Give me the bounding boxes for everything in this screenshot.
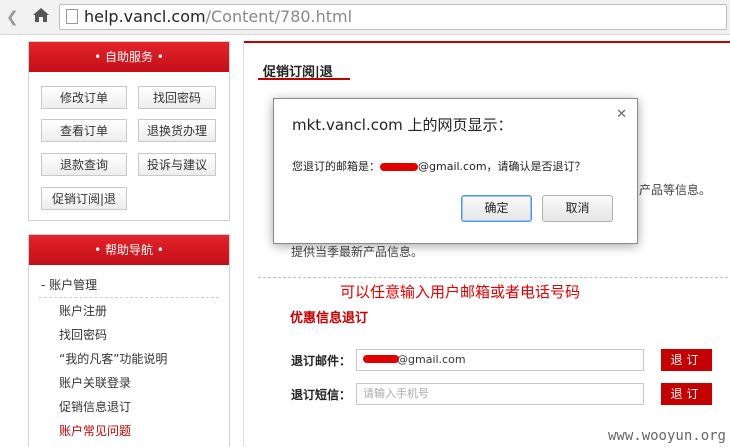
close-icon[interactable]: ✕ xyxy=(616,107,627,122)
unsubscribe-email-button[interactable]: 退订 xyxy=(661,349,712,371)
divider xyxy=(39,297,219,298)
title-underline xyxy=(258,78,350,80)
help-link-recover-password[interactable]: 找回密码 xyxy=(59,326,107,343)
complaint-button[interactable]: 投诉与建议 xyxy=(138,153,216,176)
modify-order-button[interactable]: 修改订单 xyxy=(41,86,127,109)
sms-label: 退订短信： xyxy=(291,388,352,402)
section-title: 优惠信息退订 xyxy=(290,311,369,326)
email-value: @gmail.com xyxy=(397,353,466,366)
cancel-button[interactable]: 取消 xyxy=(542,195,613,222)
home-icon[interactable] xyxy=(32,6,50,24)
unsubscribe-sms-button[interactable]: 退订 xyxy=(661,383,712,405)
divider xyxy=(258,277,728,278)
help-nav-panel: • 帮助导航 • - 账户管理 账户注册 找回密码 “我的凡客”功能说明 账户关… xyxy=(28,234,230,447)
redacted-mark xyxy=(380,163,418,171)
annotation-text: 可以任意输入用户邮箱或者电话号码 xyxy=(340,283,581,301)
refund-query-button[interactable]: 退款查询 xyxy=(41,153,127,176)
redacted-mark xyxy=(363,355,399,363)
watermark: www.wooyun.org xyxy=(607,428,726,444)
dialog-message: 您退订的邮箱是： @gmail.com，请确认是否退订？ xyxy=(292,158,586,174)
address-bar[interactable]: help.vancl.com/Content/780.html xyxy=(59,4,727,30)
account-management-heading[interactable]: - 账户管理 xyxy=(41,276,97,293)
url-path: /Content/780.html xyxy=(205,7,353,26)
main-top-border xyxy=(243,41,730,43)
dialog-title: mkt.vancl.com 上的网页显示： xyxy=(292,116,513,134)
dialog-message-prefix: 您退订的邮箱是： xyxy=(292,160,380,173)
background-text-2: 提供当季最新产品信息。 xyxy=(291,245,424,259)
help-nav-header: • 帮助导航 • xyxy=(29,235,229,265)
recover-password-button[interactable]: 找回密码 xyxy=(138,86,216,109)
email-label: 退订邮件： xyxy=(291,354,352,368)
sms-input[interactable]: 请输入手机号 xyxy=(356,383,644,405)
return-exchange-button[interactable]: 退换货办理 xyxy=(138,119,216,142)
dialog-message-suffix: @gmail.com，请确认是否退订？ xyxy=(418,160,586,173)
browser-toolbar: ❮ help.vancl.com/Content/780.html xyxy=(0,0,730,35)
promo-subscribe-button[interactable]: 促销订阅|退 xyxy=(41,187,127,210)
help-link-register[interactable]: 账户注册 xyxy=(59,302,107,319)
background-text-1: 的产品等信息。 xyxy=(627,183,712,197)
email-input[interactable]: @gmail.com xyxy=(356,349,644,371)
page-icon xyxy=(66,9,78,24)
alert-dialog: mkt.vancl.com 上的网页显示： ✕ 您退订的邮箱是： @gmail.c… xyxy=(273,98,638,244)
self-service-panel: • 自助服务 • 修改订单 找回密码 查看订单 退换货办理 退款查询 投诉与建议… xyxy=(28,41,230,221)
self-service-header: • 自助服务 • xyxy=(29,42,229,72)
main-left-border xyxy=(243,41,244,446)
url-text: help.vancl.com/Content/780.html xyxy=(84,7,352,26)
help-link-account-linking[interactable]: 账户关联登录 xyxy=(59,374,131,391)
help-link-my-vancl[interactable]: “我的凡客”功能说明 xyxy=(59,350,167,367)
url-host: help.vancl.com xyxy=(84,7,206,26)
help-link-promo-unsubscribe[interactable]: 促销信息退订 xyxy=(59,398,131,415)
ok-button[interactable]: 确定 xyxy=(461,195,532,222)
help-link-account-faq[interactable]: 账户常见问题 xyxy=(59,422,131,439)
back-arrow-icon[interactable]: ❮ xyxy=(6,8,19,26)
view-order-button[interactable]: 查看订单 xyxy=(41,119,127,142)
